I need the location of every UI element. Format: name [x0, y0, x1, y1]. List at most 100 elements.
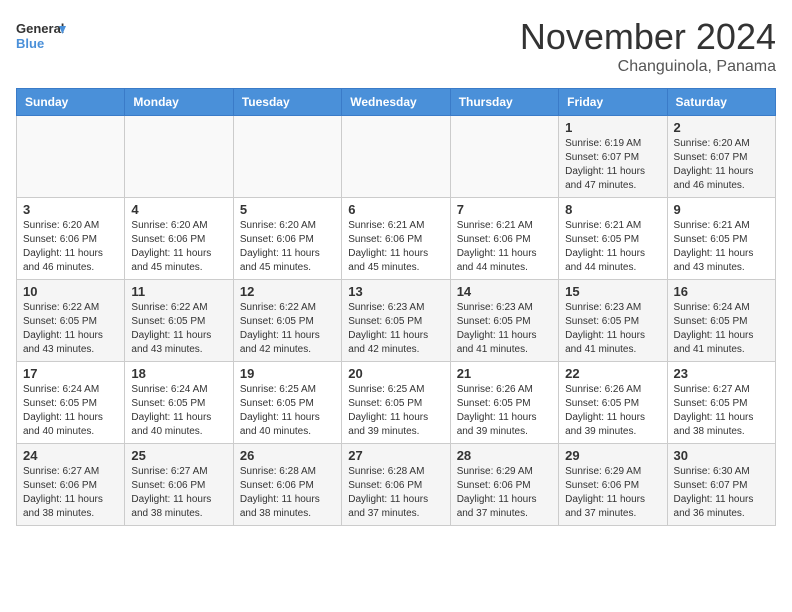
calendar-cell: 29 Sunrise: 6:29 AM Sunset: 6:06 PM Dayli… [559, 444, 667, 526]
day-number: 20 [348, 366, 443, 381]
day-number: 22 [565, 366, 660, 381]
calendar-cell: 2 Sunrise: 6:20 AM Sunset: 6:07 PM Daylig… [667, 116, 775, 198]
day-info: Sunrise: 6:21 AM Sunset: 6:05 PM Dayligh… [674, 219, 769, 275]
day-number: 30 [674, 448, 769, 463]
calendar-cell [17, 116, 125, 198]
week-row-3: 10 Sunrise: 6:22 AM Sunset: 6:05 PM Dayli… [17, 280, 776, 362]
day-info: Sunrise: 6:25 AM Sunset: 6:05 PM Dayligh… [348, 383, 443, 439]
day-number: 8 [565, 202, 660, 217]
weekday-header-monday: Monday [125, 89, 233, 116]
day-info: Sunrise: 6:27 AM Sunset: 6:06 PM Dayligh… [131, 465, 226, 521]
day-info: Sunrise: 6:23 AM Sunset: 6:05 PM Dayligh… [565, 301, 660, 357]
day-number: 7 [457, 202, 552, 217]
day-info: Sunrise: 6:21 AM Sunset: 6:05 PM Dayligh… [565, 219, 660, 275]
calendar-cell: 15 Sunrise: 6:23 AM Sunset: 6:05 PM Dayli… [559, 280, 667, 362]
weekday-header-row: SundayMondayTuesdayWednesdayThursdayFrid… [17, 89, 776, 116]
day-info: Sunrise: 6:20 AM Sunset: 6:06 PM Dayligh… [23, 219, 118, 275]
day-number: 5 [240, 202, 335, 217]
day-number: 15 [565, 284, 660, 299]
weekday-header-tuesday: Tuesday [233, 89, 341, 116]
day-number: 16 [674, 284, 769, 299]
day-info: Sunrise: 6:22 AM Sunset: 6:05 PM Dayligh… [240, 301, 335, 357]
week-row-2: 3 Sunrise: 6:20 AM Sunset: 6:06 PM Daylig… [17, 198, 776, 280]
calendar-cell: 6 Sunrise: 6:21 AM Sunset: 6:06 PM Daylig… [342, 198, 450, 280]
calendar-cell: 3 Sunrise: 6:20 AM Sunset: 6:06 PM Daylig… [17, 198, 125, 280]
calendar-cell: 30 Sunrise: 6:30 AM Sunset: 6:07 PM Dayli… [667, 444, 775, 526]
calendar-cell: 9 Sunrise: 6:21 AM Sunset: 6:05 PM Daylig… [667, 198, 775, 280]
calendar-cell: 22 Sunrise: 6:26 AM Sunset: 6:05 PM Dayli… [559, 362, 667, 444]
day-number: 2 [674, 120, 769, 135]
calendar-cell: 24 Sunrise: 6:27 AM Sunset: 6:06 PM Dayli… [17, 444, 125, 526]
day-info: Sunrise: 6:22 AM Sunset: 6:05 PM Dayligh… [23, 301, 118, 357]
page-header: General Blue November 2024 Changuinola, … [16, 16, 776, 76]
day-number: 6 [348, 202, 443, 217]
day-info: Sunrise: 6:27 AM Sunset: 6:05 PM Dayligh… [674, 383, 769, 439]
calendar-cell [450, 116, 558, 198]
day-number: 24 [23, 448, 118, 463]
day-number: 11 [131, 284, 226, 299]
week-row-1: 1Sunrise: 6:19 AM Sunset: 6:07 PM Daylig… [17, 116, 776, 198]
day-number: 23 [674, 366, 769, 381]
day-info: Sunrise: 6:29 AM Sunset: 6:06 PM Dayligh… [457, 465, 552, 521]
calendar-cell: 28 Sunrise: 6:29 AM Sunset: 6:06 PM Dayli… [450, 444, 558, 526]
day-number: 25 [131, 448, 226, 463]
calendar-cell: 8 Sunrise: 6:21 AM Sunset: 6:05 PM Daylig… [559, 198, 667, 280]
svg-text:General: General [16, 21, 64, 36]
day-number: 4 [131, 202, 226, 217]
calendar-cell: 18 Sunrise: 6:24 AM Sunset: 6:05 PM Dayli… [125, 362, 233, 444]
day-info: Sunrise: 6:27 AM Sunset: 6:06 PM Dayligh… [23, 465, 118, 521]
day-info: Sunrise: 6:26 AM Sunset: 6:05 PM Dayligh… [457, 383, 552, 439]
weekday-header-wednesday: Wednesday [342, 89, 450, 116]
calendar-cell: 19Sunrise: 6:25 AM Sunset: 6:05 PM Dayli… [233, 362, 341, 444]
calendar-cell: 17Sunrise: 6:24 AM Sunset: 6:05 PM Dayli… [17, 362, 125, 444]
day-number: 9 [674, 202, 769, 217]
week-row-4: 17Sunrise: 6:24 AM Sunset: 6:05 PM Dayli… [17, 362, 776, 444]
day-info: Sunrise: 6:24 AM Sunset: 6:05 PM Dayligh… [674, 301, 769, 357]
day-number: 14 [457, 284, 552, 299]
day-number: 28 [457, 448, 552, 463]
weekday-header-sunday: Sunday [17, 89, 125, 116]
title-area: November 2024 Changuinola, Panama [520, 16, 776, 76]
day-number: 13 [348, 284, 443, 299]
day-number: 19 [240, 366, 335, 381]
day-number: 29 [565, 448, 660, 463]
day-info: Sunrise: 6:28 AM Sunset: 6:06 PM Dayligh… [348, 465, 443, 521]
day-info: Sunrise: 6:23 AM Sunset: 6:05 PM Dayligh… [457, 301, 552, 357]
week-row-5: 24 Sunrise: 6:27 AM Sunset: 6:06 PM Dayli… [17, 444, 776, 526]
calendar-cell: 1Sunrise: 6:19 AM Sunset: 6:07 PM Daylig… [559, 116, 667, 198]
day-info: Sunrise: 6:20 AM Sunset: 6:06 PM Dayligh… [240, 219, 335, 275]
calendar-table: SundayMondayTuesdayWednesdayThursdayFrid… [16, 88, 776, 526]
day-number: 3 [23, 202, 118, 217]
weekday-header-thursday: Thursday [450, 89, 558, 116]
day-info: Sunrise: 6:21 AM Sunset: 6:06 PM Dayligh… [348, 219, 443, 275]
day-info: Sunrise: 6:22 AM Sunset: 6:05 PM Dayligh… [131, 301, 226, 357]
day-number: 18 [131, 366, 226, 381]
day-info: Sunrise: 6:20 AM Sunset: 6:06 PM Dayligh… [131, 219, 226, 275]
calendar-cell [233, 116, 341, 198]
calendar-cell: 10 Sunrise: 6:22 AM Sunset: 6:05 PM Dayli… [17, 280, 125, 362]
calendar-cell: 16 Sunrise: 6:24 AM Sunset: 6:05 PM Dayli… [667, 280, 775, 362]
logo: General Blue [16, 16, 66, 56]
calendar-cell: 23 Sunrise: 6:27 AM Sunset: 6:05 PM Dayli… [667, 362, 775, 444]
day-info: Sunrise: 6:29 AM Sunset: 6:06 PM Dayligh… [565, 465, 660, 521]
day-info: Sunrise: 6:24 AM Sunset: 6:05 PM Dayligh… [131, 383, 226, 439]
calendar-cell: 14 Sunrise: 6:23 AM Sunset: 6:05 PM Dayli… [450, 280, 558, 362]
calendar-cell: 26Sunrise: 6:28 AM Sunset: 6:06 PM Dayli… [233, 444, 341, 526]
calendar-cell [342, 116, 450, 198]
day-info: Sunrise: 6:26 AM Sunset: 6:05 PM Dayligh… [565, 383, 660, 439]
calendar-cell: 12 Sunrise: 6:22 AM Sunset: 6:05 PM Dayli… [233, 280, 341, 362]
logo-svg: General Blue [16, 16, 66, 56]
calendar-cell [125, 116, 233, 198]
day-number: 1 [565, 120, 660, 135]
day-number: 21 [457, 366, 552, 381]
day-info: Sunrise: 6:20 AM Sunset: 6:07 PM Dayligh… [674, 137, 769, 193]
calendar-cell: 25 Sunrise: 6:27 AM Sunset: 6:06 PM Dayli… [125, 444, 233, 526]
day-info: Sunrise: 6:30 AM Sunset: 6:07 PM Dayligh… [674, 465, 769, 521]
day-number: 10 [23, 284, 118, 299]
day-info: Sunrise: 6:24 AM Sunset: 6:05 PM Dayligh… [23, 383, 118, 439]
calendar-cell: 4 Sunrise: 6:20 AM Sunset: 6:06 PM Daylig… [125, 198, 233, 280]
day-number: 27 [348, 448, 443, 463]
svg-text:Blue: Blue [16, 36, 44, 51]
calendar-cell: 21 Sunrise: 6:26 AM Sunset: 6:05 PM Dayli… [450, 362, 558, 444]
day-number: 12 [240, 284, 335, 299]
